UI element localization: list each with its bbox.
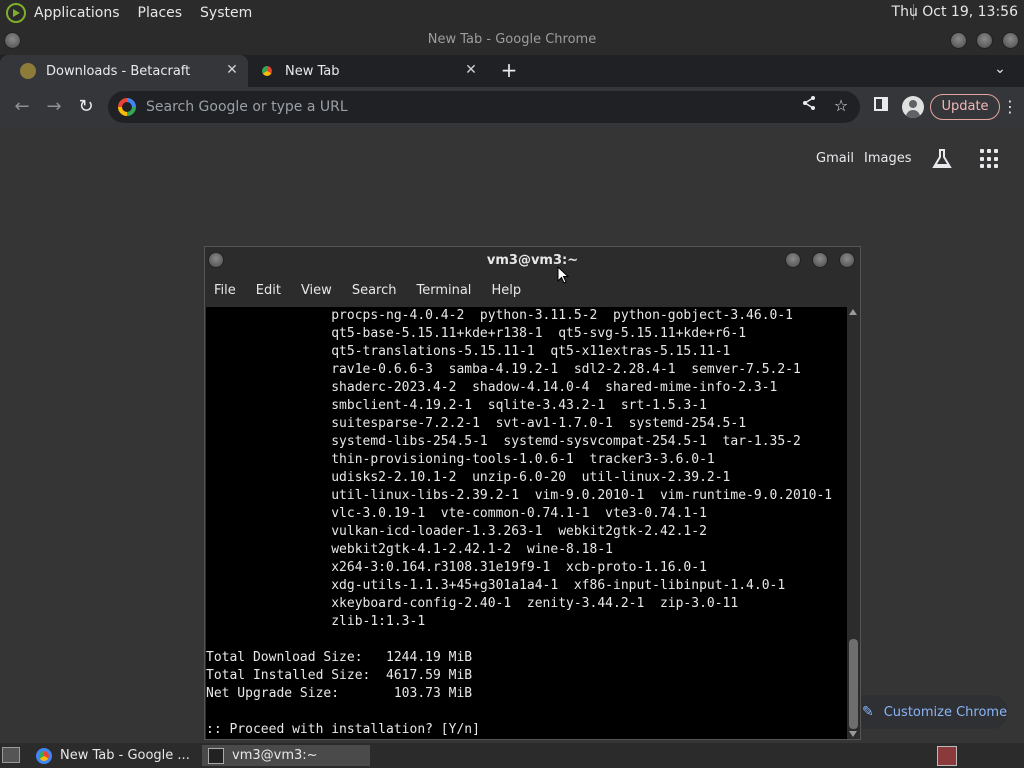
menu-applications[interactable]: Applications — [34, 5, 120, 21]
menu-file[interactable]: File — [214, 283, 236, 298]
share-icon[interactable] — [798, 95, 820, 117]
terminal-menubar: File Edit View Search Terminal Help — [205, 275, 860, 305]
tab-downloads-betacraft[interactable]: Downloads - Betacraft ✕ — [0, 55, 248, 87]
terminal-line: xkeyboard-config-2.40-1 zenity-3.44.2-1 … — [206, 596, 739, 611]
terminal-line: Total Installed Size: 4617.59 MiB — [206, 668, 473, 683]
top-panel: Applications Places System Thu Oct 19, 1… — [0, 0, 1024, 25]
scroll-down-icon[interactable] — [849, 731, 857, 737]
chrome-icon — [36, 747, 52, 764]
terminal-line: x264-3:0.164.r3108.31e19f9-1 xcb-proto-1… — [206, 560, 707, 575]
menu-view[interactable]: View — [301, 283, 332, 298]
betacraft-favicon-icon — [20, 63, 36, 79]
scroll-up-icon[interactable] — [849, 309, 857, 315]
omnibox-placeholder: Search Google or type a URL — [146, 99, 348, 115]
chrome-menu-icon[interactable]: ⋮ — [1000, 95, 1020, 119]
images-link[interactable]: Images — [864, 151, 912, 166]
terminal-line: xdg-utils-1.1.3+45+g301a1a4-1 xf86-input… — [206, 578, 786, 593]
maximize-button[interactable] — [812, 252, 828, 268]
side-panel-icon[interactable] — [870, 95, 892, 117]
tabstrip: Downloads - Betacraft ✕ New Tab ✕ + ⌄ — [0, 55, 1024, 87]
window-menu-button[interactable] — [4, 32, 21, 49]
taskbar: New Tab - Google ... vm3@vm3:~ — [0, 743, 1024, 768]
chrome-favicon-icon — [259, 63, 275, 79]
terminal-line: qt5-base-5.15.11+kde+r138-1 qt5-svg-5.15… — [206, 326, 747, 341]
terminal-titlebar[interactable]: vm3@vm3:~ — [205, 247, 860, 275]
profile-avatar-icon[interactable] — [902, 96, 924, 118]
tab-label: Downloads - Betacraft — [46, 63, 191, 79]
terminal-line: Net Upgrade Size: 103.73 MiB — [206, 686, 473, 701]
terminal-line: qt5-translations-5.15.11-1 qt5-x11extras… — [206, 344, 731, 359]
close-button[interactable] — [839, 252, 855, 268]
terminal-output[interactable]: procps-ng-4.0.4-2 python-3.11.5-2 python… — [206, 307, 847, 739]
reload-icon[interactable]: ↻ — [74, 95, 98, 119]
show-desktop-icon[interactable] — [2, 747, 20, 763]
terminal-line: udisks2-2.10.1-2 unzip-6.0-20 util-linux… — [206, 470, 731, 485]
menu-edit[interactable]: Edit — [256, 283, 281, 298]
tab-search-button[interactable]: ⌄ — [990, 61, 1010, 81]
terminal-line: rav1e-0.6.6-3 samba-4.19.2-1 sdl2-2.28.4… — [206, 362, 801, 377]
new-tab-button[interactable]: + — [498, 59, 520, 81]
terminal-line: procps-ng-4.0.4-2 python-3.11.5-2 python… — [206, 308, 793, 323]
google-apps-icon[interactable] — [980, 149, 1000, 169]
forward-icon[interactable]: → — [42, 95, 66, 119]
clock[interactable]: Thu Oct 19, 13:56 — [892, 4, 1018, 20]
menu-help[interactable]: Help — [491, 283, 521, 298]
terminal-line: webkit2gtk-4.1-2.42.1-2 wine-8.18-1 — [206, 542, 613, 557]
terminal-window: vm3@vm3:~ File Edit View Search Terminal… — [204, 246, 861, 740]
toolbar: ← → ↻ Search Google or type a URL ☆ Upda… — [0, 87, 1024, 127]
distro-logo-icon[interactable] — [6, 2, 26, 23]
labs-flask-icon[interactable] — [930, 147, 954, 171]
close-button[interactable] — [1002, 32, 1019, 49]
terminal-line: smbclient-4.19.2-1 sqlite-3.43.2-1 srt-1… — [206, 398, 707, 413]
customize-chrome-label: Customize Chrome — [883, 704, 1008, 720]
terminal-line: util-linux-libs-2.39.2-1 vim-9.0.2010-1 … — [206, 488, 833, 503]
menu-places[interactable]: Places — [138, 5, 183, 21]
terminal-line: vlc-3.0.19-1 vte-common-0.74.1-1 vte3-0.… — [206, 506, 707, 521]
bookmark-star-icon[interactable]: ☆ — [830, 95, 852, 117]
terminal-line: suitesparse-7.2.2-1 svt-av1-1.7.0-1 syst… — [206, 416, 747, 431]
maximize-button[interactable] — [976, 32, 993, 49]
terminal-line: :: Proceed with installation? [Y/n] — [206, 722, 480, 737]
terminal-lines: procps-ng-4.0.4-2 python-3.11.5-2 python… — [206, 307, 847, 739]
chrome-titlebar[interactable]: New Tab - Google Chrome — [0, 25, 1024, 55]
tab-label: New Tab — [285, 63, 340, 79]
menu-terminal[interactable]: Terminal — [416, 283, 471, 298]
terminal-line: thin-provisioning-tools-1.0.6-1 tracker3… — [206, 452, 715, 467]
terminal-line: zlib-1:1.3-1 — [206, 614, 426, 629]
window-menu-button[interactable] — [208, 252, 224, 268]
terminal-line: vulkan-icd-loader-1.3.263-1 webkit2gtk-2… — [206, 524, 707, 539]
pencil-icon: ✎ — [862, 704, 874, 720]
menu-system[interactable]: System — [200, 5, 252, 21]
menu-search[interactable]: Search — [352, 283, 397, 298]
terminal-scrollbar[interactable] — [847, 307, 860, 739]
terminal-line: Total Download Size: 1244.19 MiB — [206, 650, 473, 665]
trash-icon[interactable] — [937, 746, 957, 766]
minimize-button[interactable] — [950, 32, 967, 49]
omnibox[interactable]: Search Google or type a URL — [108, 91, 860, 123]
terminal-line: shaderc-2023.4-2 shadow-4.14.0-4 shared-… — [206, 380, 778, 395]
task-chrome[interactable]: New Tab - Google ... — [30, 745, 196, 766]
google-g-icon — [118, 98, 136, 116]
scroll-thumb[interactable] — [849, 639, 858, 729]
update-button[interactable]: Update — [930, 94, 1000, 120]
tab-new-tab[interactable]: New Tab ✕ — [239, 55, 487, 87]
chrome-window-title: New Tab - Google Chrome — [427, 32, 597, 47]
task-label: vm3@vm3:~ — [232, 748, 318, 763]
terminal-icon — [208, 747, 224, 764]
close-tab-icon[interactable]: ✕ — [224, 62, 240, 78]
customize-chrome-button[interactable]: ✎ Customize Chrome — [850, 695, 1008, 729]
terminal-line: systemd-libs-254.5-1 systemd-sysvcompat-… — [206, 434, 801, 449]
task-terminal[interactable]: vm3@vm3:~ — [202, 745, 370, 766]
task-label: New Tab - Google ... — [60, 748, 190, 763]
back-icon[interactable]: ← — [10, 95, 34, 119]
close-tab-icon[interactable]: ✕ — [463, 62, 479, 78]
minimize-button[interactable] — [785, 252, 801, 268]
gmail-link[interactable]: Gmail — [816, 151, 854, 166]
